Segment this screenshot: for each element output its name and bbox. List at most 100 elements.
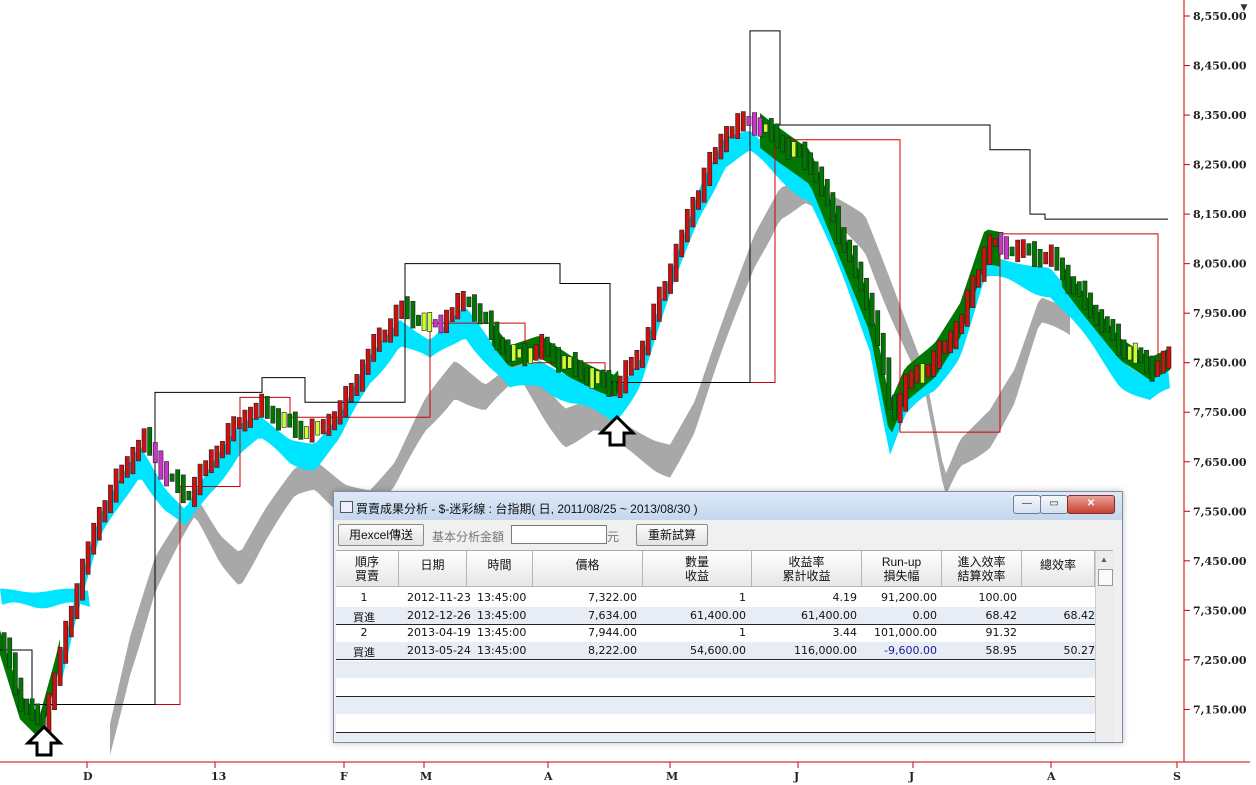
candle-bar	[1144, 349, 1149, 374]
table-cell: 2	[360, 626, 368, 639]
table-row[interactable]: 1 2012-11-23 13:45:00 7,322.00 1 4.19 91,200.0…	[336, 589, 1095, 606]
column-header[interactable]: 價格	[533, 551, 643, 587]
candle-bar	[567, 356, 573, 369]
column-header[interactable]: 收益率 累計收益	[752, 551, 862, 587]
column-header-line1: 順序	[354, 555, 379, 569]
candle-bar	[1110, 319, 1116, 341]
table-cell: 68.42	[1063, 608, 1096, 622]
candle-bar	[393, 304, 399, 337]
date-tick-label: M	[666, 770, 678, 783]
candle-bar	[1104, 316, 1110, 333]
candle-bar	[780, 135, 785, 153]
candle-bar	[836, 205, 841, 244]
candle-bar	[1099, 309, 1105, 333]
column-header[interactable]: 總效率	[1022, 551, 1095, 587]
table-cell: 101,000.00	[874, 626, 937, 639]
price-tick-label: 7,250.00	[1193, 654, 1247, 667]
candle-bar	[516, 348, 522, 359]
column-header[interactable]: 數量 收益	[643, 551, 752, 587]
price-tick-label: 8,250.00	[1193, 159, 1247, 172]
candle-bar	[158, 450, 164, 480]
candle-bar	[220, 440, 225, 459]
amount-input[interactable]	[511, 525, 607, 544]
dialog-titlebar[interactable]: 買賣成果分析 - $-迷彩線 : 台指期( 日, 2011/08/25 ~ 20…	[334, 492, 1122, 520]
candle-bar	[964, 289, 970, 327]
candle-bar	[897, 393, 903, 423]
candle-bar	[1009, 246, 1015, 257]
candle-bar	[18, 677, 24, 712]
candle-bar	[315, 421, 321, 436]
candle-bar	[276, 408, 281, 431]
candle-bar	[236, 417, 242, 429]
candle-bar	[796, 143, 802, 158]
close-button[interactable]: ✕	[1067, 495, 1115, 514]
candle-bar	[757, 117, 763, 137]
candle-bar	[141, 428, 147, 453]
table-cell: 116,000.00	[794, 643, 857, 657]
candle-bar	[981, 246, 987, 282]
candle-bar	[578, 360, 584, 381]
candle-bar	[550, 343, 556, 364]
column-header[interactable]: Run-up 損失幅	[862, 551, 942, 587]
candle-bar	[858, 261, 864, 292]
vertical-scrollbar[interactable]: ▲	[1095, 551, 1114, 742]
table-cell: 100.00	[978, 591, 1018, 604]
maximize-button[interactable]: ▭	[1040, 495, 1068, 514]
column-header-line1: 價格	[575, 558, 600, 572]
table-cell: 1	[360, 591, 368, 604]
minimize-button[interactable]: —	[1013, 495, 1041, 514]
column-header[interactable]: 順序 買賣	[336, 551, 399, 587]
chart-menu-icon[interactable]: ▼	[1238, 2, 1250, 14]
date-tick-label: F	[340, 770, 348, 783]
candle-bar	[449, 307, 455, 322]
candle-bar	[29, 698, 35, 721]
column-header[interactable]: 進入效率 結算效率	[942, 551, 1022, 587]
scroll-up-icon[interactable]: ▲	[1100, 555, 1108, 564]
recalculate-button[interactable]: 重新試算	[636, 524, 708, 546]
candle-bar	[880, 332, 886, 375]
candle-bar	[270, 405, 276, 424]
scroll-thumb[interactable]	[1098, 569, 1113, 586]
table-cell: 2013-05-24	[407, 643, 471, 657]
candle-bar	[438, 314, 444, 334]
candle-bar	[992, 238, 998, 247]
candle-bar	[52, 672, 57, 710]
column-header[interactable]: 時間	[467, 551, 533, 587]
price-tick-label: 8,050.00	[1193, 258, 1247, 271]
window-icon	[340, 501, 353, 513]
candle-bar	[1149, 355, 1155, 382]
candle-bar	[684, 209, 690, 243]
table-cell: 買進	[353, 610, 375, 624]
candle-bar	[192, 476, 197, 507]
table-row[interactable]: 2 2013-04-19 13:45:00 7,944.00 1 3.44 101,000.…	[336, 624, 1095, 641]
table-cell: 2012-12-26	[407, 608, 471, 622]
column-header[interactable]: 日期	[399, 551, 467, 587]
candle-bar	[819, 166, 825, 197]
table-row[interactable]: 買進 2012-12-26 13:45:00 7,634.00 61,400.00 61,…	[336, 606, 1096, 625]
candle-bar	[668, 263, 673, 294]
candle-bar	[186, 490, 192, 501]
candle-bar	[634, 349, 640, 370]
candle-bar	[740, 111, 746, 132]
export-excel-button[interactable]: 用excel傳送	[338, 524, 424, 546]
column-header-line2: 累計收益	[782, 569, 831, 583]
candle-bar	[197, 463, 203, 496]
candle-bar	[1015, 239, 1021, 263]
candle-bar	[539, 333, 545, 360]
table-cell: 1	[739, 591, 746, 604]
table-row[interactable]: 買進 2013-05-24 13:45:00 8,222.00 54,600.00 116…	[336, 641, 1095, 660]
table-cell: 13:45:00	[477, 591, 527, 604]
candle-bar	[24, 698, 29, 715]
table-cell: 1	[739, 626, 746, 639]
candle-bar	[466, 296, 472, 308]
column-header-line1: Run-up	[881, 555, 922, 569]
candle-bar	[729, 126, 735, 139]
candle-bar	[1088, 292, 1093, 318]
candle-bar	[1032, 241, 1037, 268]
candle-bar	[242, 409, 248, 432]
candle-bar	[1, 632, 7, 651]
candle-bar	[309, 418, 315, 443]
candle-bar	[113, 468, 119, 503]
candle-bar	[1020, 239, 1026, 258]
candle-bar	[1076, 281, 1082, 297]
